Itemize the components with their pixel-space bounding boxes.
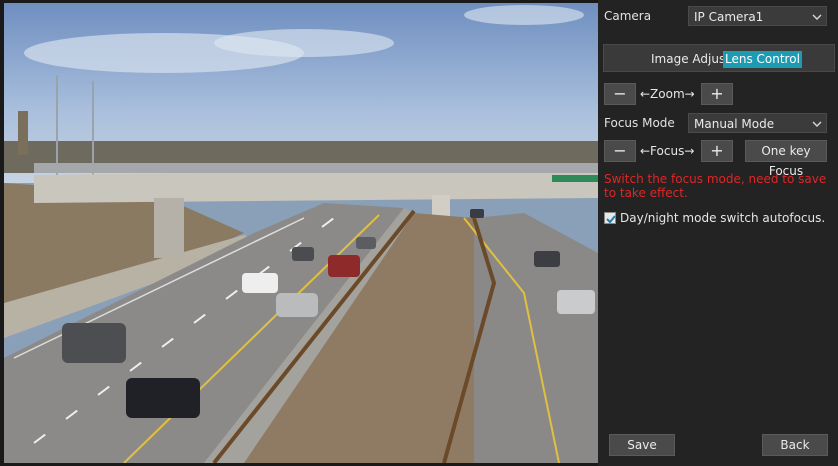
tab-image-adjust[interactable]: Image Adjust: [649, 51, 732, 68]
tab-bar: Image Adjust Lens Control: [603, 44, 835, 72]
one-key-focus-button[interactable]: One key Focus: [745, 140, 827, 178]
save-button[interactable]: Save: [609, 434, 675, 456]
back-button[interactable]: Back: [762, 434, 828, 456]
focus-near-button[interactable]: −: [604, 140, 636, 162]
camera-select[interactable]: IP Camera1: [688, 6, 827, 26]
chevron-down-icon: [812, 14, 822, 20]
camera-video-feed: [4, 3, 598, 463]
camera-label: Camera: [604, 9, 652, 23]
checkmark-icon: [606, 215, 616, 224]
zoom-in-button[interactable]: +: [701, 83, 733, 105]
focus-label: ←Focus→: [640, 144, 695, 158]
tab-lens-control[interactable]: Lens Control: [723, 51, 802, 68]
focus-mode-select[interactable]: Manual Mode: [688, 113, 827, 133]
zoom-label: ←Zoom→: [640, 87, 695, 101]
autofocus-label: Day/night mode switch autofocus.: [620, 211, 826, 225]
focus-far-button[interactable]: +: [701, 140, 733, 162]
focus-mode-label: Focus Mode: [604, 116, 675, 130]
focus-mode-select-value: Manual Mode: [694, 117, 775, 131]
chevron-down-icon: [812, 121, 822, 127]
focus-mode-warning: Switch the focus mode, need to save to t…: [604, 172, 827, 200]
lens-control-panel: Camera IP Camera1 Image Adjust Lens Cont…: [598, 0, 838, 466]
zoom-out-button[interactable]: −: [604, 83, 636, 105]
camera-select-value: IP Camera1: [694, 10, 764, 24]
autofocus-checkbox[interactable]: [604, 212, 616, 224]
